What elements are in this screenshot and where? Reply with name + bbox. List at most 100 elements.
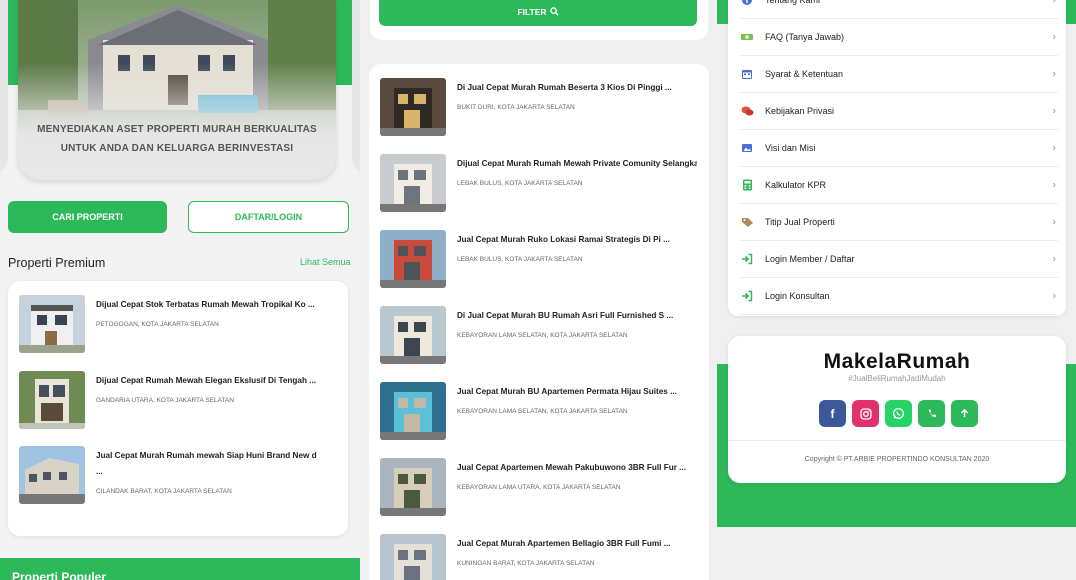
menu-item[interactable]: Login Konsultan › — [740, 278, 1058, 315]
property-location: LEBAK BULUS, KOTA JAKARTA SELATAN — [457, 180, 583, 187]
facebook-icon[interactable]: f — [819, 400, 846, 427]
menu-item-label: Titip Jual Properti — [765, 217, 835, 227]
menu-item-label: Login Member / Daftar — [765, 254, 855, 264]
property-location: GANDARIA UTARA, KOTA JAKARTA SELATAN — [96, 397, 234, 404]
menu-item[interactable]: Kalkulator KPR › — [740, 167, 1058, 204]
popular-section-title: Properti Populer — [12, 570, 107, 580]
menu-screen: Tentang Kami › FAQ (Tanya Jawab) › Syarat & … — [717, 0, 1076, 580]
property-title: Jual Cepat Murah BU Apartemen Permata Hi… — [457, 387, 677, 396]
filter-button[interactable]: FILTER — [379, 0, 697, 26]
menu-item[interactable]: Login Member / Daftar › — [740, 241, 1058, 278]
see-all-link[interactable]: Lihat Semua — [300, 257, 351, 267]
calendar-icon — [740, 67, 754, 81]
property-title: Jual Cepat Murah Rumah mewah Siap Huni B… — [96, 451, 317, 460]
carousel-prev-card[interactable] — [0, 0, 8, 175]
property-location: PETOGOGAN, KOTA JAKARTA SELATAN — [96, 321, 219, 328]
list-item[interactable]: Dijual Cepat Murah Rumah Mewah Private C… — [380, 154, 700, 214]
instagram-icon[interactable] — [852, 400, 879, 427]
menu-item-label: FAQ (Tanya Jawab) — [765, 32, 845, 42]
login-icon — [740, 252, 754, 266]
menu-card: Tentang Kami › FAQ (Tanya Jawab) › Syarat & … — [728, 0, 1066, 316]
menu-item[interactable]: Visi dan Misi › — [740, 130, 1058, 167]
property-title: Di Jual Cepat Murah Rumah Beserta 3 Kios… — [457, 83, 672, 92]
property-thumbnail — [380, 154, 446, 212]
login-icon — [740, 289, 754, 303]
property-title: Dijual Cepat Murah Rumah Mewah Private C… — [457, 159, 697, 168]
register-login-button[interactable]: DAFTAR/LOGIN — [188, 201, 349, 233]
info-icon — [740, 0, 754, 7]
chevron-right-icon: › — [1052, 179, 1056, 191]
arrow-up-icon[interactable] — [951, 400, 978, 427]
brand-card: MakelaRumah #JualBeliRumahJadiMudah f Co… — [728, 336, 1066, 483]
chevron-right-icon: › — [1052, 31, 1056, 43]
property-title-continuation: ... — [96, 467, 103, 476]
property-thumbnail — [19, 371, 85, 429]
list-item[interactable]: Jual Cepat Murah Ruko Lokasi Ramai Strat… — [380, 230, 700, 290]
property-thumbnail — [19, 295, 85, 353]
list-item[interactable]: Jual Cepat Murah Rumah mewah Siap Huni B… — [19, 446, 339, 506]
property-title: Jual Cepat Murah Ruko Lokasi Ramai Strat… — [457, 235, 670, 244]
property-thumbnail — [380, 458, 446, 516]
calculator-icon — [740, 178, 754, 192]
property-location: BUKIT DURI, KOTA JAKARTA SELATAN — [457, 104, 575, 111]
chevron-right-icon: › — [1052, 0, 1056, 6]
filter-label: FILTER — [517, 7, 547, 17]
menu-item-label: Login Konsultan — [765, 291, 830, 301]
chevron-right-icon: › — [1052, 68, 1056, 80]
property-thumbnail — [380, 382, 446, 440]
hero-tagline-line1: MENYEDIAKAN ASET PROPERTI MURAH BERKUALI… — [37, 124, 317, 135]
menu-item-label: Visi dan Misi — [765, 143, 816, 153]
property-thumbnail — [380, 230, 446, 288]
property-title: Jual Cepat Apartemen Mewah Pakubuwono 3B… — [457, 463, 686, 472]
menu-item[interactable]: Kebijakan Privasi › — [740, 93, 1058, 130]
property-title: Dijual Cepat Stok Terbatas Rumah Mewah T… — [96, 300, 315, 309]
tag-icon — [740, 215, 754, 229]
property-location: CILANDAK BARAT, KOTA JAKARTA SELATAN — [96, 488, 232, 495]
results-list-card: Di Jual Cepat Murah Rumah Beserta 3 Kios… — [369, 64, 709, 580]
property-thumbnail — [380, 534, 446, 580]
property-title: Dijual Cepat Rumah Mewah Elegan Ekslusif… — [96, 376, 317, 385]
list-item[interactable]: Jual Cepat Murah BU Apartemen Permata Hi… — [380, 382, 700, 442]
list-item[interactable]: Di Jual Cepat Murah Rumah Beserta 3 Kios… — [380, 78, 700, 138]
property-location: KEBAYORAN LAMA UTARA, KOTA JAKARTA SELAT… — [457, 484, 621, 491]
menu-item-label: Kalkulator KPR — [765, 180, 827, 190]
list-item[interactable]: Dijual Cepat Stok Terbatas Rumah Mewah T… — [19, 295, 339, 355]
menu-item[interactable]: Syarat & Ketentuan › — [740, 56, 1058, 93]
brand-logo-text: MakelaRumah — [823, 350, 971, 373]
menu-item[interactable]: Titip Jual Properti › — [740, 204, 1058, 241]
brand-tagline: #JualBeliRumahJadiMudah — [848, 374, 946, 383]
hero-tagline-line2: UNTUK ANDA DAN KELUARGA BERINVESTASI — [60, 143, 294, 154]
list-item[interactable]: Dijual Cepat Rumah Mewah Elegan Ekslusif… — [19, 371, 339, 431]
filter-card: FILTER — [370, 0, 708, 40]
page-bottom — [717, 527, 1076, 580]
chat-icon — [740, 104, 754, 118]
property-thumbnail — [380, 78, 446, 136]
brand-divider — [728, 440, 1066, 441]
property-location: KUNINGAN BARAT, KOTA JAKARTA SELATAN — [457, 560, 595, 567]
property-location: KEBAYORAN LAMA SELATAN, KOTA JAKARTA SEL… — [457, 332, 628, 339]
menu-item-label: Syarat & Ketentuan — [765, 69, 844, 79]
list-item[interactable]: Jual Cepat Apartemen Mewah Pakubuwono 3B… — [380, 458, 700, 518]
phone-icon[interactable] — [918, 400, 945, 427]
list-item[interactable]: Jual Cepat Murah Apartemen Bellagio 3BR … — [380, 534, 700, 580]
faq-icon — [740, 30, 754, 44]
chevron-right-icon: › — [1052, 290, 1056, 302]
property-thumbnail — [19, 446, 85, 504]
menu-item[interactable]: Tentang Kami › — [740, 0, 1058, 19]
hero-banner[interactable]: MENYEDIAKAN ASET PROPERTI MURAH BERKUALI… — [18, 0, 336, 180]
image-icon — [740, 141, 754, 155]
property-location: LEBAK BULUS, KOTA JAKARTA SELATAN — [457, 256, 583, 263]
chevron-right-icon: › — [1052, 216, 1056, 228]
carousel-next-card[interactable] — [352, 0, 360, 175]
whatsapp-icon[interactable] — [885, 400, 912, 427]
list-item[interactable]: Di Jual Cepat Murah BU Rumah Asri Full F… — [380, 306, 700, 366]
menu-item[interactable]: FAQ (Tanya Jawab) › — [740, 19, 1058, 56]
chevron-right-icon: › — [1052, 105, 1056, 117]
premium-section-title: Properti Premium — [8, 256, 106, 270]
property-thumbnail — [380, 306, 446, 364]
copyright-text: Copyright © PT.ARBIE PROPERTINDO KONSULT… — [804, 456, 990, 463]
menu-item-label: Kebijakan Privasi — [765, 106, 835, 116]
property-title: Jual Cepat Murah Apartemen Bellagio 3BR … — [457, 539, 671, 548]
search-property-button[interactable]: CARI PROPERTI — [8, 201, 167, 233]
property-location: KEBAYORAN LAMA SELATAN, KOTA JAKARTA SEL… — [457, 408, 628, 415]
